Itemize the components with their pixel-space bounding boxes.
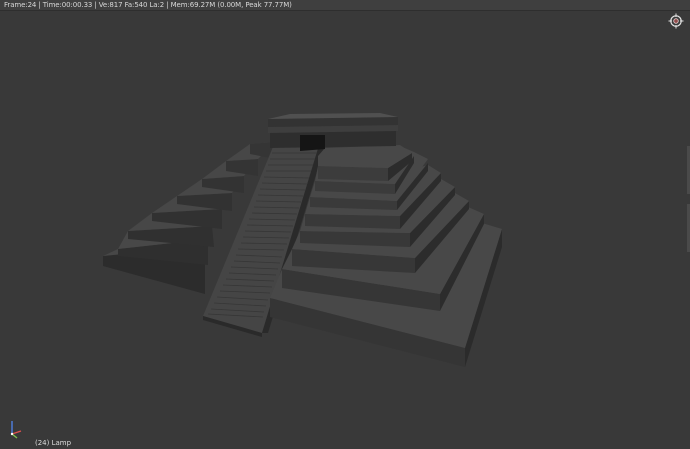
- temple-doorway: [300, 135, 325, 151]
- 3d-viewport[interactable]: (24) Lamp: [0, 11, 690, 449]
- blender-window: Frame:24 | Time:00:00.33 | Ve:817 Fa:540…: [0, 0, 690, 449]
- area-split-icon[interactable]: [668, 13, 684, 29]
- axis-orientation-icon: [10, 421, 22, 439]
- scene-stats-text: Frame:24 | Time:00:00.33 | Ve:817 Fa:540…: [4, 1, 292, 9]
- info-header: Frame:24 | Time:00:00.33 | Ve:817 Fa:540…: [0, 0, 690, 11]
- active-object-label: (24) Lamp: [35, 439, 72, 447]
- pyramid-model: [103, 113, 502, 367]
